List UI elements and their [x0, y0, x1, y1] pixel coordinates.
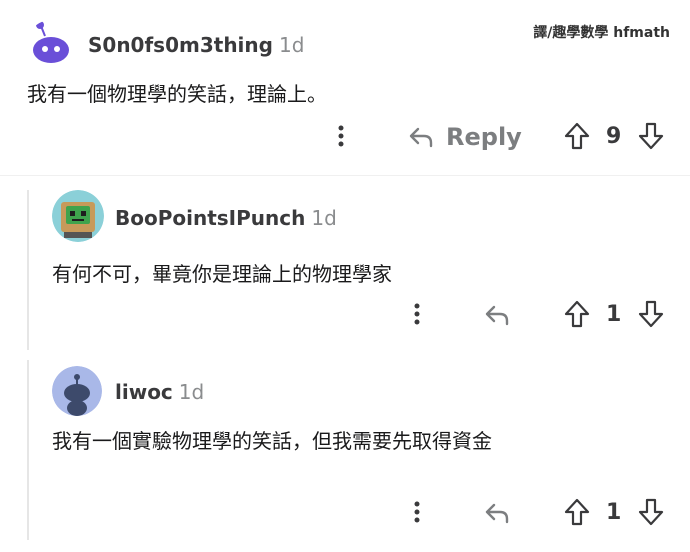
- vote-count: 9: [606, 124, 622, 149]
- watermark-text: 譯/趣學數學 hfmath: [533, 25, 670, 41]
- upvote-arrow-icon: [564, 122, 590, 150]
- reply-button[interactable]: Reply: [408, 120, 522, 154]
- reply-button[interactable]: [484, 498, 510, 528]
- upvote-arrow-icon: [564, 300, 590, 328]
- upvote-arrow-icon: [564, 498, 590, 526]
- upvote-button[interactable]: [562, 120, 592, 152]
- default-snoo-avatar[interactable]: [52, 366, 102, 416]
- thread-line: [27, 190, 29, 350]
- more-options-button[interactable]: [406, 498, 428, 526]
- username[interactable]: BooPointsIPunch: [115, 206, 305, 230]
- robot-box-avatar[interactable]: [52, 190, 104, 242]
- comment-author[interactable]: liwoc 1d: [115, 380, 204, 404]
- comment-author[interactable]: S0n0fs0m3thing 1d: [88, 33, 304, 57]
- downvote-arrow-icon: [638, 498, 664, 526]
- downvote-arrow-icon: [638, 122, 664, 150]
- downvote-arrow-icon: [638, 300, 664, 328]
- downvote-button[interactable]: [636, 496, 666, 528]
- comment-body: 有何不可，畢竟你是理論上的物理學家: [52, 262, 392, 286]
- comment-time: 1d: [278, 33, 305, 57]
- comment-body: 我有一個實驗物理學的笑話，但我需要先取得資金: [52, 429, 492, 453]
- more-dots-icon: [338, 125, 344, 147]
- divider: [0, 175, 690, 176]
- reply-arrow-icon: [485, 305, 509, 326]
- more-options-button[interactable]: [406, 300, 428, 328]
- comment-author[interactable]: BooPointsIPunch 1d: [115, 206, 337, 230]
- reply-button[interactable]: [484, 300, 510, 330]
- upvote-button[interactable]: [562, 298, 592, 330]
- more-dots-icon: [414, 501, 420, 523]
- downvote-button[interactable]: [636, 120, 666, 152]
- purple-snoo-avatar[interactable]: [27, 20, 75, 68]
- comment-time: 1d: [311, 206, 337, 230]
- upvote-button[interactable]: [562, 496, 592, 528]
- username[interactable]: liwoc: [115, 380, 173, 404]
- comment-time: 1d: [178, 380, 205, 404]
- username[interactable]: S0n0fs0m3thing: [88, 33, 273, 57]
- reply-arrow-icon: [409, 127, 433, 148]
- thread-line: [27, 360, 29, 540]
- vote-count: 1: [606, 302, 622, 327]
- reply-arrow-icon: [485, 503, 509, 524]
- comment-body: 我有一個物理學的笑話，理論上。: [27, 82, 327, 106]
- more-options-button[interactable]: [330, 122, 352, 150]
- more-dots-icon: [414, 303, 420, 325]
- downvote-button[interactable]: [636, 298, 666, 330]
- vote-count: 1: [606, 500, 622, 525]
- reply-label: Reply: [446, 123, 522, 151]
